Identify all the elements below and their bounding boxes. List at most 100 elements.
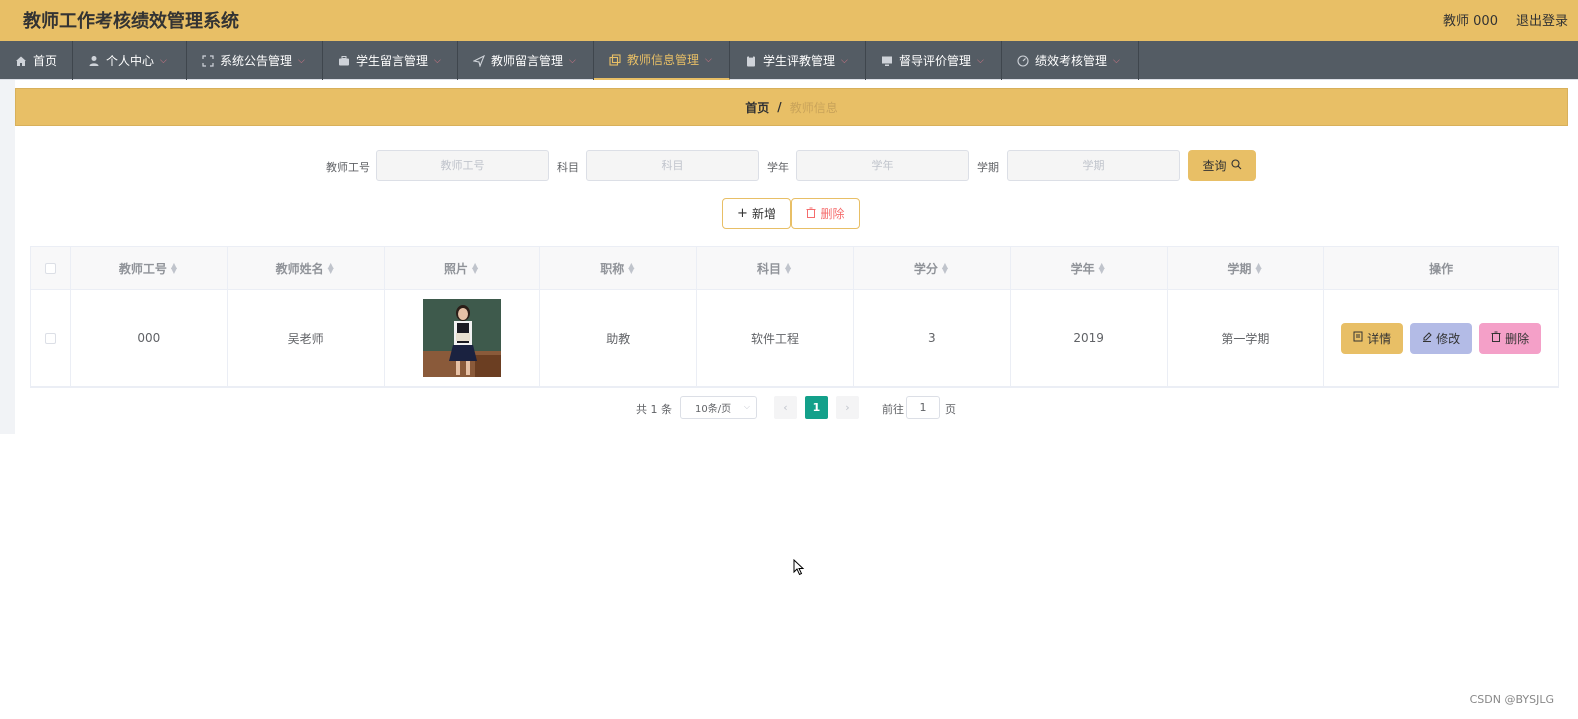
nav-label: 教师信息管理 bbox=[627, 53, 700, 67]
page-number-current[interactable]: 1 bbox=[805, 396, 828, 419]
cell-photo bbox=[385, 290, 541, 386]
header-teacher-id[interactable]: 教师工号 ▲ ▼ bbox=[71, 247, 228, 289]
nav-item-student-message[interactable]: 学生留言管理 ⌵ bbox=[323, 41, 458, 80]
sort-icon[interactable]: ▲ ▼ bbox=[628, 262, 636, 275]
subject-label: 科目 bbox=[557, 161, 579, 174]
breadcrumb: 首页 / 教师信息 bbox=[15, 88, 1568, 126]
cell-year: 2019 bbox=[1011, 290, 1168, 386]
chevron-down-icon: ⌵ bbox=[705, 54, 712, 65]
nav-item-teacher-message[interactable]: 教师留言管理 ⌵ bbox=[458, 41, 594, 80]
subject-input[interactable]: 科目 bbox=[586, 150, 759, 181]
nav-item-teacher-info[interactable]: 教师信息管理 ⌵ bbox=[594, 41, 730, 80]
year-input[interactable]: 学年 bbox=[796, 150, 969, 181]
current-user[interactable]: 教师 000 bbox=[1443, 10, 1498, 29]
chevron-down-icon: ⌵ bbox=[298, 55, 305, 66]
breadcrumb-home[interactable]: 首页 bbox=[745, 99, 769, 116]
nav-item-personal-center[interactable]: 个人中心 ⌵ bbox=[73, 41, 187, 80]
chevron-down-icon: ⌵ bbox=[1113, 55, 1120, 66]
header-title[interactable]: 职称 ▲ ▼ bbox=[540, 247, 698, 289]
prev-page-button[interactable]: ‹ bbox=[774, 396, 797, 419]
query-label: 查询 bbox=[1202, 159, 1227, 173]
term-input[interactable]: 学期 bbox=[1007, 150, 1180, 181]
cell-actions: 详情 修改 删除 bbox=[1324, 290, 1558, 386]
header-label: 科目 bbox=[757, 261, 782, 276]
teacher-table: 教师工号 ▲ ▼ 教师姓名 ▲ ▼ 照片 ▲ ▼ 职称 ▲ ▼ 科目 ▲ ▼ 学分 ▲ ▼ 学年 ▲ ▼ 学… bbox=[30, 246, 1559, 388]
cell-teacher-id: 000 bbox=[71, 290, 228, 386]
top-header: 教师工作考核绩效管理系统 教师 000 退出登录 bbox=[0, 0, 1578, 41]
sort-icon[interactable]: ▲ ▼ bbox=[785, 262, 793, 275]
header-label: 学期 bbox=[1227, 261, 1252, 276]
header-subject[interactable]: 科目 ▲ ▼ bbox=[697, 247, 854, 289]
nav-item-home[interactable]: 首页 bbox=[0, 41, 73, 80]
select-all-cell bbox=[31, 247, 71, 289]
sort-icon[interactable]: ▲ ▼ bbox=[942, 262, 950, 275]
user-icon bbox=[88, 55, 100, 67]
nav-item-student-evaluation[interactable]: 学生评教管理 ⌵ bbox=[730, 41, 866, 80]
teacher-id-input[interactable]: 教师工号 bbox=[376, 150, 549, 181]
nav-label: 教师留言管理 bbox=[491, 54, 564, 68]
search-icon bbox=[1230, 158, 1242, 173]
dashboard-icon bbox=[1017, 54, 1029, 67]
page-size-select[interactable]: 10条/页 ⌵ bbox=[680, 396, 757, 419]
cell-title: 助教 bbox=[540, 290, 698, 386]
edit-button[interactable]: 修改 bbox=[1410, 322, 1473, 354]
nav-label: 首页 bbox=[33, 54, 58, 68]
total-count: 共 1 条 bbox=[636, 403, 672, 416]
breadcrumb-separator: / bbox=[777, 100, 782, 114]
header-label: 学分 bbox=[913, 261, 938, 276]
briefcase-icon bbox=[338, 55, 350, 67]
delete-button[interactable]: 删除 bbox=[1479, 322, 1542, 354]
send-icon bbox=[472, 54, 486, 68]
teacher-photo[interactable] bbox=[422, 299, 501, 377]
chevron-down-icon: ⌵ bbox=[434, 55, 441, 66]
cell-credit: 3 bbox=[854, 290, 1011, 386]
detail-button[interactable]: 详情 bbox=[1341, 322, 1404, 354]
goto-page-input[interactable]: 1 bbox=[906, 396, 940, 419]
cell-term: 第一学期 bbox=[1168, 290, 1325, 386]
nav-label: 督导评价管理 bbox=[899, 54, 972, 68]
add-button[interactable]: + 新增 bbox=[722, 198, 791, 229]
fullscreen-icon bbox=[202, 54, 214, 67]
nav-item-performance[interactable]: 绩效考核管理 ⌵ bbox=[1002, 41, 1139, 80]
header-photo[interactable]: 照片 ▲ ▼ bbox=[385, 247, 541, 289]
row-checkbox[interactable] bbox=[44, 332, 56, 344]
logout-link[interactable]: 退出登录 bbox=[1516, 10, 1568, 29]
header-credit[interactable]: 学分 ▲ ▼ bbox=[854, 247, 1011, 289]
nav-label: 学生评教管理 bbox=[763, 54, 836, 68]
monitor-icon bbox=[881, 55, 893, 67]
select-all-checkbox[interactable] bbox=[44, 262, 56, 274]
header-year[interactable]: 学年 ▲ ▼ bbox=[1011, 247, 1168, 289]
edit-label: 修改 bbox=[1436, 331, 1461, 346]
chevron-down-icon: ⌵ bbox=[743, 402, 750, 411]
page-size-value: 10条/页 bbox=[695, 404, 732, 415]
query-button[interactable]: 查询 bbox=[1188, 150, 1256, 181]
chevron-down-icon: ⌵ bbox=[841, 55, 848, 66]
next-page-button[interactable]: › bbox=[836, 396, 859, 419]
detail-label: 详情 bbox=[1367, 331, 1392, 346]
cell-subject: 软件工程 bbox=[697, 290, 854, 386]
nav-label: 绩效考核管理 bbox=[1035, 54, 1108, 68]
add-label: 新增 bbox=[751, 207, 776, 221]
header-user-area: 教师 000 退出登录 bbox=[1443, 10, 1568, 29]
sort-icon[interactable]: ▲ ▼ bbox=[328, 262, 336, 275]
nav-item-supervisor-evaluation[interactable]: 督导评价管理 ⌵ bbox=[866, 41, 1002, 80]
edit-icon bbox=[1422, 331, 1432, 345]
header-actions: 操作 bbox=[1324, 247, 1558, 289]
nav-label: 系统公告管理 bbox=[220, 54, 293, 68]
nav-item-announcement[interactable]: 系统公告管理 ⌵ bbox=[187, 41, 323, 80]
header-term[interactable]: 学期 ▲ ▼ bbox=[1168, 247, 1325, 289]
sort-icon[interactable]: ▲ ▼ bbox=[1255, 262, 1263, 275]
row-actions: 详情 修改 删除 bbox=[1341, 322, 1542, 354]
batch-delete-button[interactable]: 删除 bbox=[791, 198, 860, 229]
watermark: CSDN @BYSJLG bbox=[1469, 693, 1554, 706]
sort-icon[interactable]: ▲ ▼ bbox=[1099, 262, 1107, 275]
header-label: 操作 bbox=[1429, 261, 1454, 276]
year-label: 学年 bbox=[767, 161, 789, 174]
home-icon bbox=[15, 55, 27, 67]
sort-icon[interactable]: ▲ ▼ bbox=[472, 262, 480, 275]
header-label: 学年 bbox=[1070, 261, 1095, 276]
sort-icon[interactable]: ▲ ▼ bbox=[171, 262, 179, 275]
chevron-right-icon: › bbox=[845, 401, 850, 414]
header-teacher-name[interactable]: 教师姓名 ▲ ▼ bbox=[228, 247, 385, 289]
trash-icon bbox=[1491, 331, 1501, 345]
